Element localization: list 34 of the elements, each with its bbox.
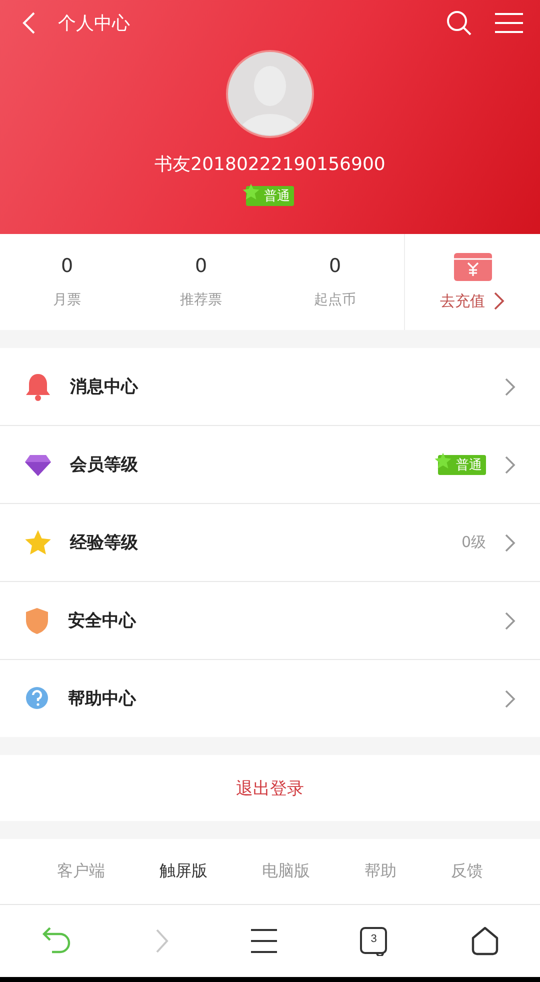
home-button[interactable] [470, 926, 500, 956]
back-button[interactable] [22, 11, 36, 35]
stat-value: 0 [194, 255, 208, 277]
logout-button[interactable]: 退出登录 [0, 755, 540, 821]
chevron-icon [504, 532, 516, 552]
chevron-icon [493, 291, 505, 311]
menu-item[interactable]: 经验等级 0级 [0, 504, 540, 582]
menu-item[interactable]: 帮助中心 [0, 660, 540, 737]
footer-link[interactable]: 触屏版 [160, 861, 208, 882]
menu-item[interactable]: 安全中心 [0, 582, 540, 660]
shield-icon [24, 606, 50, 634]
stat-value: 0 [60, 255, 74, 277]
menu-item[interactable]: 消息中心 [0, 348, 540, 426]
stat-label: 月票 [53, 291, 81, 309]
bell-icon [24, 372, 52, 402]
level-value: 0级 [461, 533, 486, 552]
chevron-icon [504, 454, 516, 474]
username: 书友20180222190156900 [154, 153, 386, 176]
menu-button[interactable] [250, 928, 278, 954]
stat-label: 推荐票 [180, 291, 222, 309]
tabs-button[interactable]: 3 [358, 926, 389, 956]
help-icon [24, 686, 50, 712]
stat-label: 起点币 [314, 291, 356, 309]
stat-value: 0 [328, 255, 342, 277]
avatar-icon [226, 50, 314, 138]
wallet-icon [454, 253, 492, 281]
page-title: 个人中心 [58, 12, 131, 35]
chevron-icon [504, 376, 516, 396]
chevron-icon [504, 610, 516, 630]
search-button[interactable] [446, 10, 472, 36]
menu-item[interactable]: 会员等级 普通 [0, 426, 540, 504]
chevron-icon [504, 688, 516, 708]
star-icon [24, 528, 52, 556]
gem-icon [24, 452, 52, 476]
